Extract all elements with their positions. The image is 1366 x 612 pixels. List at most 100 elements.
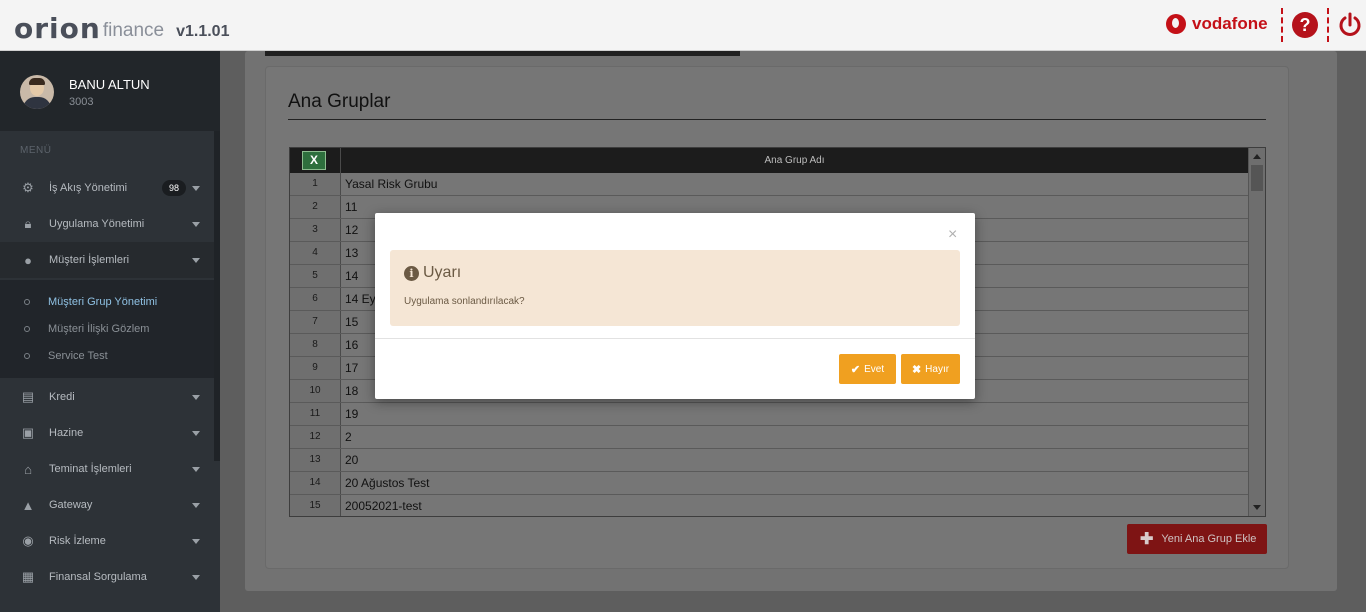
tab-bar (265, 51, 740, 56)
menu-label: MENÜ (20, 145, 52, 156)
sidebar: BANU ALTUN 3003 MENÜ ⚙ İş Akış Yönetimi … (0, 51, 220, 612)
sidebar-item-label: Uygulama Yönetimi (49, 218, 145, 230)
submenu-item-label: Müşteri İlişki Gözlem (48, 323, 150, 335)
column-header-ana-grup-adi[interactable]: Ana Grup Adı (341, 148, 1248, 173)
row-number: 3 (290, 219, 340, 241)
row-value: Yasal Risk Grubu (345, 177, 438, 191)
table-row[interactable]: 14 20 Ağustos Test (290, 472, 1248, 495)
submenu-item-label: Müşteri Grup Yönetimi (48, 296, 158, 308)
sidebar-item-musteri[interactable]: ● Müşteri İşlemleri (0, 242, 214, 278)
avatar[interactable] (20, 75, 54, 109)
sidebar-item-gateway[interactable]: ▲ Gateway (0, 487, 214, 523)
sidebar-item-finansal[interactable]: ▦ Finansal Sorgulama (0, 559, 214, 595)
row-number: 13 (290, 449, 340, 471)
vodafone-logo-icon (1166, 14, 1186, 34)
row-number: 1 (290, 173, 340, 195)
row-value: 2 (345, 430, 352, 444)
app-logo: orion finance v1.1.01 (14, 6, 229, 46)
add-main-group-label: Yeni Ana Grup Ekle (1161, 533, 1257, 545)
row-number: 6 (290, 288, 340, 310)
close-icon[interactable]: × (948, 226, 957, 244)
id-card-icon: ▤ (21, 389, 35, 404)
chevron-down-icon (192, 221, 200, 227)
row-number: 12 (290, 426, 340, 448)
row-value: 14 (345, 269, 359, 283)
table-row[interactable]: 12 2 (290, 426, 1248, 449)
submenu-item-grup-yonetimi[interactable]: Müşteri Grup Yönetimi (0, 292, 157, 312)
row-number: 2 (290, 196, 340, 218)
circle-icon (24, 353, 30, 359)
dialog-title: Uyarı (423, 264, 462, 281)
question-circle-icon[interactable]: ? (1292, 12, 1318, 38)
operator-brand: vodafone (1166, 14, 1268, 34)
dialog-message: Uygulama sonlandırılacak? (404, 296, 525, 307)
plus-icon: ✚ (1140, 531, 1154, 548)
table-row[interactable]: 11 19 (290, 403, 1248, 426)
check-icon: ✔ (850, 363, 861, 376)
user-id: 3003 (69, 96, 94, 108)
scroll-thumb[interactable] (1251, 165, 1263, 191)
scroll-down-icon[interactable] (1253, 505, 1261, 510)
warning-alert: i Uyarı Uygulama sonlandırılacak? (390, 250, 960, 326)
grid-scrollbar[interactable] (1248, 148, 1265, 516)
operator-name: vodafone (1192, 14, 1268, 33)
row-value: 20 Ağustos Test (345, 476, 430, 490)
sidebar-item-label: Kredi (49, 391, 75, 403)
camera-icon: ◉ (22, 533, 34, 548)
sidebar-item-kredi[interactable]: ▤ Kredi (0, 379, 214, 415)
row-value: 12 (345, 223, 359, 237)
scroll-up-icon[interactable] (1253, 154, 1261, 159)
count-badge: 98 (161, 180, 186, 196)
excel-icon[interactable]: X (302, 151, 326, 170)
chevron-down-icon (192, 257, 200, 263)
row-number: 10 (290, 380, 340, 402)
table-row[interactable]: 1 Yasal Risk Grubu (290, 173, 1248, 196)
no-button[interactable]: ✖ Hayır (901, 354, 960, 384)
home-icon: ⌂ (24, 461, 32, 477)
row-number: 15 (290, 495, 340, 516)
chevron-down-icon (192, 185, 200, 191)
row-number: 4 (290, 242, 340, 264)
money-icon: ▣ (21, 425, 35, 440)
sidebar-item-label: Risk İzleme (49, 535, 106, 547)
chevron-down-icon (192, 502, 200, 508)
sidebar-item-is-akis[interactable]: ⚙ İş Akış Yönetimi 98 (0, 170, 214, 206)
row-value: 14 Ey (345, 292, 376, 306)
road-icon: ▲ (21, 497, 35, 513)
row-value: 20 (345, 453, 359, 467)
power-icon[interactable] (1337, 12, 1363, 38)
times-icon: ✖ (911, 363, 922, 376)
add-main-group-button[interactable]: ✚ Yeni Ana Grup Ekle (1127, 524, 1267, 554)
warning-dialog: × i Uyarı Uygulama sonlandırılacak? ✔ Ev… (375, 213, 975, 399)
yes-button[interactable]: ✔ Evet (839, 354, 896, 384)
logo-orion-text: orion (14, 12, 101, 45)
sidebar-item-label: Teminat İşlemleri (49, 463, 132, 475)
no-button-label: Hayır (925, 363, 950, 375)
row-number: 8 (290, 334, 340, 356)
chevron-down-icon (192, 466, 200, 472)
sidebar-item-label: Gateway (49, 499, 93, 511)
chevron-down-icon (192, 574, 200, 580)
sidebar-item-risk[interactable]: ◉ Risk İzleme (0, 523, 214, 559)
row-value: 13 (345, 246, 359, 260)
chevron-down-icon (192, 538, 200, 544)
row-number: 14 (290, 472, 340, 494)
row-value: 20052021-test (345, 499, 422, 513)
submenu-item-service-test[interactable]: Service Test (0, 346, 108, 366)
sidebar-item-teminat[interactable]: ⌂ Teminat İşlemleri (0, 451, 214, 487)
sidebar-item-hazine[interactable]: ▣ Hazine (0, 415, 214, 451)
submenu-musteri: Müşteri Grup Yönetimi Müşteri İlişki Göz… (0, 280, 214, 378)
cogs-icon: ⚙ (22, 180, 34, 195)
lock-icon: 🔒︎ (24, 216, 32, 231)
title-divider (288, 119, 1266, 120)
submenu-item-iliski-gozlem[interactable]: Müşteri İlişki Gözlem (0, 319, 149, 339)
table-row[interactable]: 13 20 (290, 449, 1248, 472)
row-number: 7 (290, 311, 340, 333)
grid-header: X Ana Grup Adı (290, 148, 1248, 173)
sidebar-item-uygulama[interactable]: 🔒︎ Uygulama Yönetimi (0, 206, 214, 242)
row-value: 15 (345, 315, 359, 329)
info-circle-icon: i (404, 266, 419, 281)
yes-button-label: Evet (864, 363, 885, 375)
logo-finance-text: finance (102, 20, 165, 41)
table-row[interactable]: 15 20052021-test (290, 495, 1248, 516)
